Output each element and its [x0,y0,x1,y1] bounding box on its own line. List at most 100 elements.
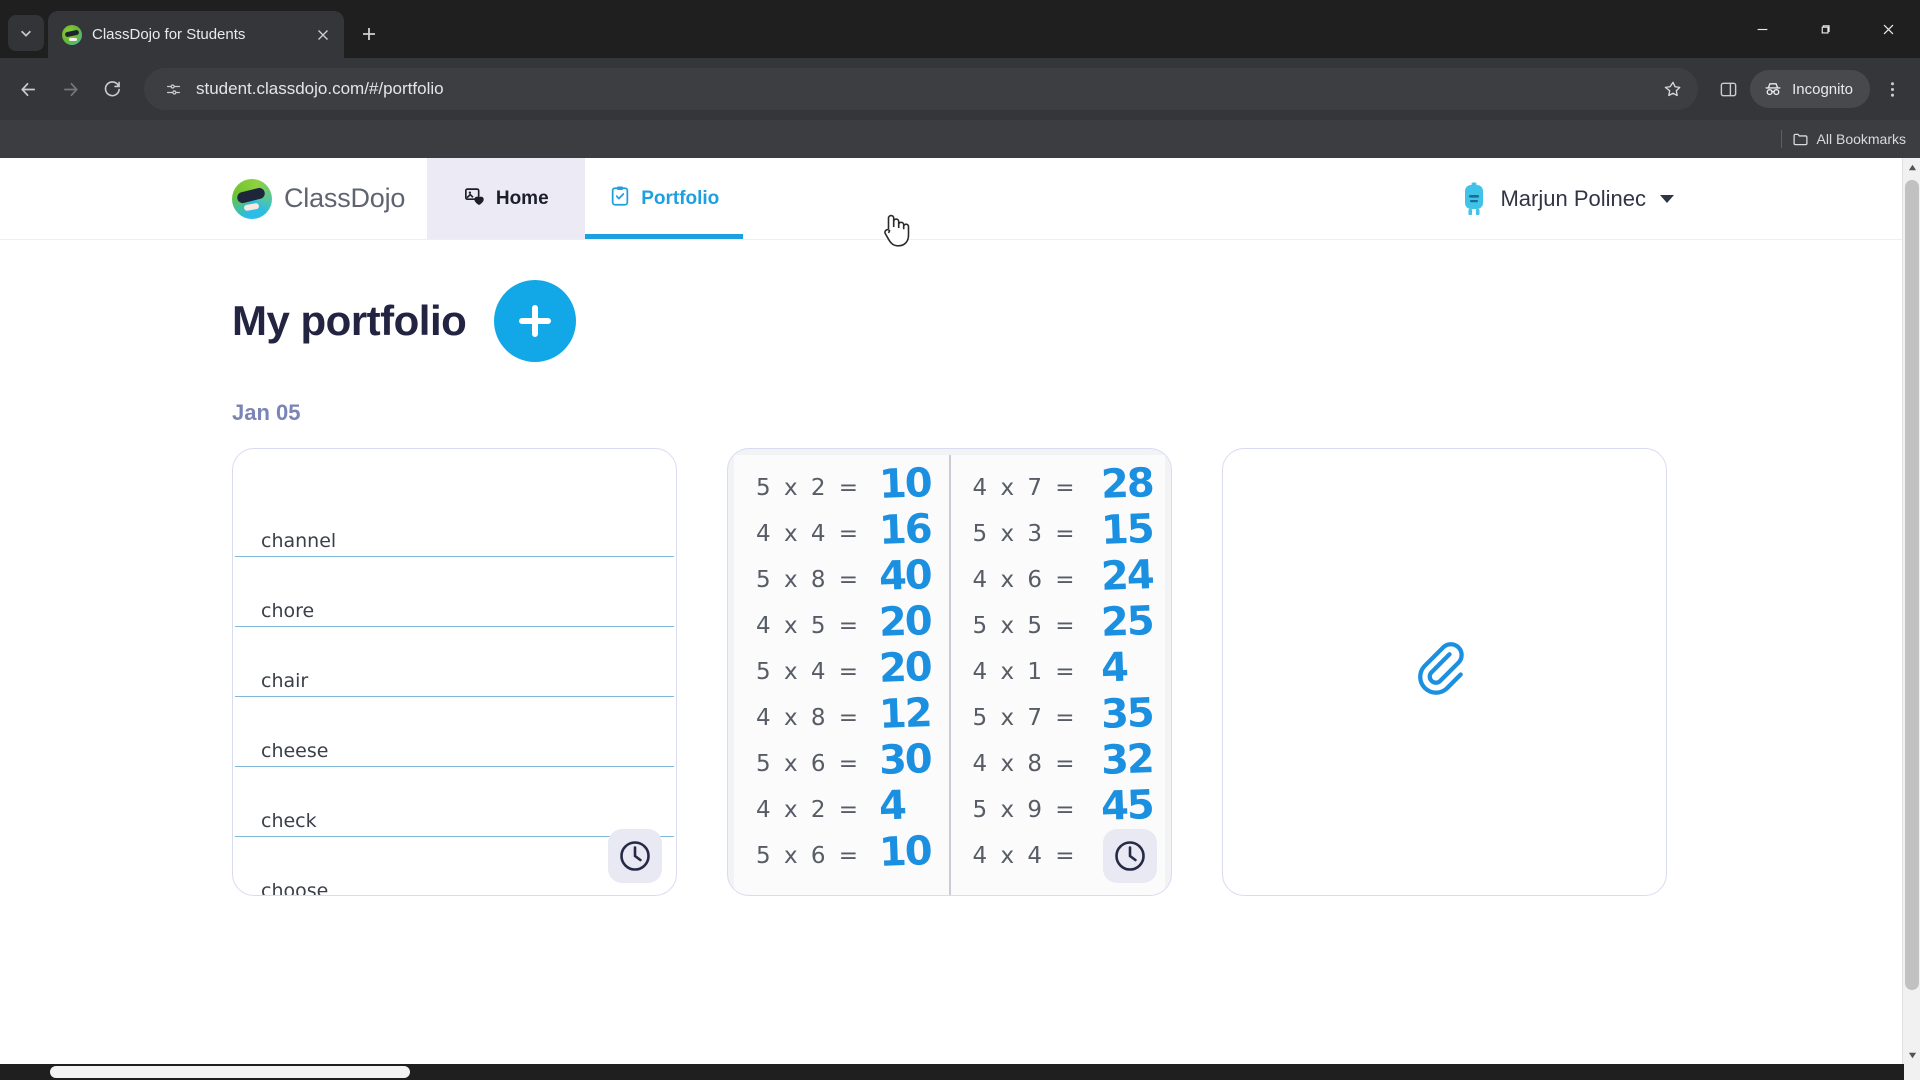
math-answer: 4 [1099,644,1128,692]
math-question: 4 x 7 = [972,475,1078,501]
address-bar[interactable]: student.classdojo.com/#/portfolio [144,68,1699,110]
math-question: 5 x 5 = [972,613,1078,639]
math-answer: 40 [878,552,932,600]
classdojo-logo-icon [232,178,272,219]
classdojo-favicon [62,24,82,45]
math-problem: 4 x 2 = 4 [734,783,949,833]
clock-icon[interactable] [608,829,662,883]
math-question: 5 x 3 = [972,521,1078,547]
list-item: chair [235,627,674,697]
math-answer: 10 [878,828,932,876]
classdojo-page: ClassDojo Home Portfolio Marjun Polinec … [0,158,1902,1046]
nav-tab-home-label: Home [495,187,549,209]
math-answer: 35 [1099,690,1153,738]
portfolio-card-attachment[interactable] [1222,448,1667,896]
word-text: check [261,810,317,832]
chrome-menu-icon[interactable] [1872,69,1912,109]
word-text: cheese [261,740,329,762]
math-question: 4 x 5 = [756,613,862,639]
scroll-down-icon[interactable] [1903,1046,1920,1064]
math-question: 4 x 8 = [972,751,1078,777]
close-window-icon[interactable] [1857,0,1920,58]
math-problem: 5 x 9 = 45 [951,782,1166,833]
horizontal-scrollbar-thumb[interactable] [50,1066,410,1078]
all-bookmarks-label: All Bookmarks [1816,131,1906,147]
word-text: chore [261,600,315,622]
nav-tab-portfolio[interactable]: Portfolio [585,158,744,239]
word-text: choose [261,880,329,896]
portfolio-content: My portfolio Jan 05 channel chore chair … [0,240,1902,896]
date-group-label: Jan 05 [232,400,301,425]
chevron-down-icon[interactable] [1660,195,1674,203]
math-answer: 45 [1099,782,1153,830]
user-menu[interactable]: Marjun Polinec [1460,158,1674,240]
maximize-icon[interactable] [1794,0,1857,58]
reload-icon[interactable] [92,69,132,109]
math-problem: 4 x 5 = 20 [734,598,949,649]
math-question: 4 x 4 = [756,521,862,547]
math-answer: 15 [1099,506,1153,554]
horizontal-scrollbar[interactable] [0,1064,1920,1080]
bookmarks-bar: All Bookmarks [0,120,1920,158]
title-row: My portfolio [232,280,1902,362]
math-answer: 30 [878,736,932,784]
photo-heart-icon [464,185,486,213]
clipboard-check-icon [609,185,631,213]
math-question: 4 x 8 = [756,705,862,731]
brand-name: ClassDojo [284,183,406,213]
math-question: 4 x 4 = [972,843,1078,869]
nav-tab-home[interactable]: Home [427,158,586,239]
clock-icon[interactable] [1103,829,1157,883]
math-answer: 4 [878,782,906,830]
main-nav: Home Portfolio [427,158,744,239]
nav-tab-portfolio-label: Portfolio [641,187,720,209]
portfolio-card-word-list[interactable]: channel chore chair cheese check choose [232,448,677,896]
paperclip-icon [1414,639,1476,706]
all-bookmarks-button[interactable]: All Bookmarks [1792,131,1906,148]
browser-window: ClassDojo for Students student.classdojo… [0,0,1920,1080]
math-problem: 5 x 8 = 40 [734,552,949,603]
back-icon[interactable] [8,69,48,109]
url-text: student.classdojo.com/#/portfolio [196,79,444,98]
scroll-up-icon[interactable] [1903,158,1920,176]
page-title: My portfolio [232,297,467,344]
worksheet-column-left: 5 x 2 = 10 4 x 4 = 16 5 x 8 = 40 4 x 5 = 20 … [734,455,951,895]
list-item: check [235,767,674,837]
window-controls [1731,0,1920,58]
math-problem: 5 x 5 = 25 [951,598,1166,649]
math-answer: 25 [1099,598,1153,646]
browser-tab[interactable]: ClassDojo for Students [48,11,344,58]
list-item: channel [235,487,674,557]
forward-icon[interactable] [50,69,90,109]
new-tab-button[interactable] [352,17,386,51]
scrollbar-corner [1904,1064,1920,1080]
portfolio-card-grid: channel chore chair cheese check choose … [232,448,1902,896]
vertical-scrollbar-thumb[interactable] [1905,180,1919,990]
add-portfolio-item-button[interactable] [494,280,577,362]
bookmark-star-icon[interactable] [1658,74,1688,104]
list-item: cheese [235,697,674,767]
site-settings-icon[interactable] [162,78,184,100]
math-problem: 4 x 8 = 12 [734,690,949,741]
math-answer: 10 [878,460,932,508]
word-text: channel [261,530,337,552]
profile-incognito-button[interactable]: Incognito [1750,70,1870,108]
vertical-scrollbar[interactable] [1902,158,1920,1064]
math-problem: 5 x 4 = 20 [734,644,949,695]
tab-title: ClassDojo for Students [92,26,246,43]
profile-label: Incognito [1792,80,1853,98]
web-viewport: ClassDojo Home Portfolio Marjun Polinec … [0,158,1920,1064]
side-panel-icon[interactable] [1708,69,1748,109]
word-text: chair [261,670,309,692]
portfolio-card-math-worksheet[interactable]: 5 x 2 = 10 4 x 4 = 16 5 x 8 = 40 4 x 5 = 20 … [727,448,1172,896]
close-icon[interactable] [312,24,334,46]
app-header: ClassDojo Home Portfolio Marjun Polinec [0,158,1902,240]
tab-search-button[interactable] [8,15,44,51]
classdojo-brand[interactable]: ClassDojo [0,158,405,239]
worksheet-image: 5 x 2 = 10 4 x 4 = 16 5 x 8 = 40 4 x 5 = 20 … [734,455,1165,895]
math-problem: 5 x 2 = 10 [734,460,949,511]
minimize-icon[interactable] [1731,0,1794,58]
math-question: 5 x 6 = [756,751,862,777]
math-question: 5 x 4 = [756,659,862,685]
math-answer: 16 [878,506,932,554]
